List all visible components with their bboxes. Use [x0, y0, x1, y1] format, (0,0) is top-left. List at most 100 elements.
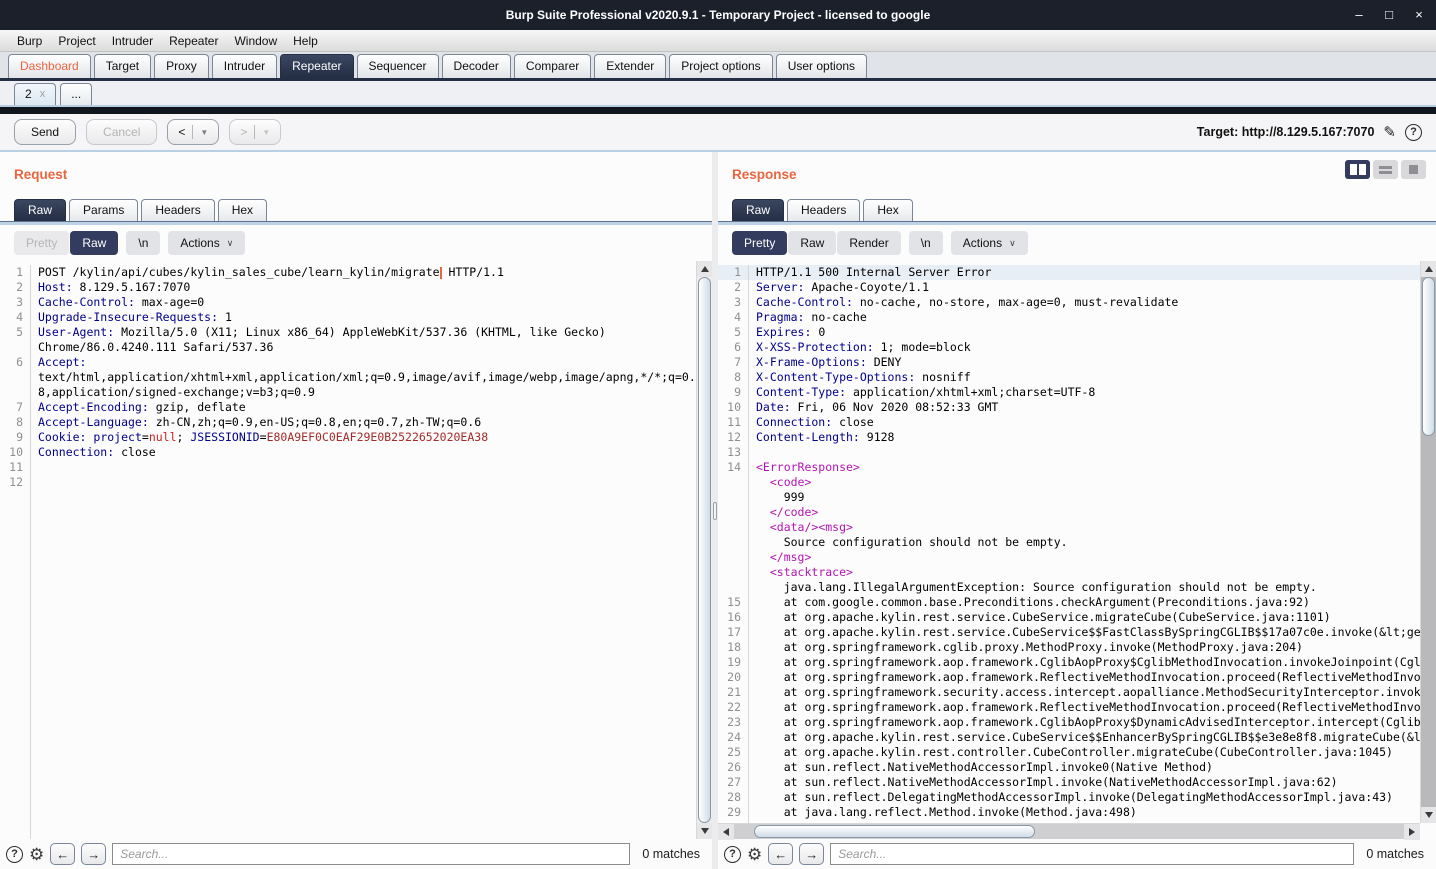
tab-sequencer[interactable]: Sequencer — [357, 54, 439, 78]
close-tab-icon[interactable]: x — [40, 88, 46, 100]
scroll-track[interactable] — [697, 277, 712, 823]
tab-comparer[interactable]: Comparer — [514, 54, 591, 78]
help-icon[interactable]: ? — [724, 846, 741, 863]
menu-burp[interactable]: Burp — [10, 32, 49, 50]
tab-user-options[interactable]: User options — [776, 54, 867, 78]
code-line: 29 at java.lang.reflect.Method.invoke(Me… — [718, 805, 1420, 820]
maximize-button[interactable]: □ — [1382, 0, 1396, 30]
tab-target[interactable]: Target — [94, 54, 151, 78]
cancel-button[interactable]: Cancel — [86, 119, 157, 145]
minimize-button[interactable]: – — [1352, 0, 1366, 30]
response-render-button[interactable]: Render — [837, 231, 900, 255]
help-icon[interactable]: ? — [6, 846, 23, 863]
response-horizontal-scrollbar[interactable] — [718, 823, 1420, 839]
request-tab-headers[interactable]: Headers — [141, 199, 214, 221]
scroll-down-button[interactable] — [1421, 807, 1436, 823]
history-back-button[interactable]: < ▼ — [167, 119, 219, 145]
scroll-track[interactable] — [734, 824, 1404, 839]
tab-intruder[interactable]: Intruder — [212, 54, 277, 78]
help-icon[interactable]: ? — [1405, 124, 1422, 141]
scroll-down-button[interactable] — [697, 823, 712, 839]
response-raw-button[interactable]: Raw — [788, 231, 836, 255]
line-number: 14 — [718, 460, 748, 475]
scroll-track[interactable] — [1421, 277, 1436, 807]
line-text: X-Content-Type-Options: nosniff — [748, 370, 1420, 385]
scroll-up-button[interactable] — [1421, 261, 1436, 277]
square-icon — [1409, 165, 1418, 174]
response-editor[interactable]: 1HTTP/1.1 500 Internal Server Error2Serv… — [718, 261, 1436, 823]
menu-help[interactable]: Help — [286, 32, 325, 50]
find-previous-button[interactable]: ← — [768, 843, 793, 865]
scroll-right-button[interactable] — [1404, 824, 1420, 840]
tab-repeater[interactable]: Repeater — [280, 54, 353, 78]
tab-decoder[interactable]: Decoder — [442, 54, 511, 78]
scroll-thumb[interactable] — [1422, 277, 1435, 436]
request-search-input[interactable] — [112, 843, 630, 865]
scroll-up-button[interactable] — [697, 261, 712, 277]
find-next-button[interactable]: → — [799, 843, 824, 865]
response-actions-button[interactable]: Actions ∨ — [951, 231, 1028, 255]
dark-divider — [0, 107, 1436, 114]
line-number: 3 — [0, 295, 30, 310]
edit-target-icon[interactable]: ✎ — [1383, 123, 1396, 141]
request-newline-button[interactable]: \n — [126, 231, 160, 255]
request-tab-hex[interactable]: Hex — [218, 199, 267, 221]
gear-icon[interactable]: ⚙ — [747, 846, 762, 863]
request-tab-raw[interactable]: Raw — [14, 199, 66, 221]
menu-intruder[interactable]: Intruder — [105, 32, 160, 50]
scroll-thumb[interactable] — [754, 825, 1035, 838]
layout-single-button[interactable] — [1401, 160, 1426, 179]
response-pretty-button[interactable]: Pretty — [732, 231, 787, 255]
response-newline-button[interactable]: \n — [909, 231, 943, 255]
line-text: at sun.reflect.DelegatingMethodAccessorI… — [748, 790, 1420, 805]
code-line: 27 at sun.reflect.NativeMethodAccessorIm… — [718, 775, 1420, 790]
history-back-label: < — [178, 125, 185, 139]
history-forward-button[interactable]: > ▼ — [229, 119, 281, 145]
response-tab-hex[interactable]: Hex — [863, 199, 912, 221]
menu-window[interactable]: Window — [227, 32, 284, 50]
request-actions-button[interactable]: Actions ∨ — [168, 231, 245, 255]
line-number: 17 — [718, 625, 748, 640]
chevron-down-icon[interactable]: ▼ — [200, 128, 208, 137]
response-search-input[interactable] — [830, 843, 1354, 865]
line-text: text/html,application/xhtml+xml,applicat… — [30, 370, 696, 385]
request-tab-params[interactable]: Params — [69, 199, 138, 221]
request-raw-button[interactable]: Raw — [70, 231, 118, 255]
scroll-left-button[interactable] — [718, 824, 734, 840]
line-text: Cache-Control: no-cache, no-store, max-a… — [748, 295, 1420, 310]
line-number: 1 — [0, 265, 30, 280]
response-vertical-scrollbar[interactable] — [1420, 261, 1436, 823]
menu-bar: Burp Project Intruder Repeater Window He… — [0, 30, 1436, 52]
tab-project-options[interactable]: Project options — [669, 54, 772, 78]
find-previous-button[interactable]: ← — [50, 843, 75, 865]
code-line: 2Host: 8.129.5.167:7070 — [0, 280, 696, 295]
tab-extender[interactable]: Extender — [594, 54, 666, 78]
response-tab-raw[interactable]: Raw — [732, 199, 784, 221]
find-next-button[interactable]: → — [81, 843, 106, 865]
request-vertical-scrollbar[interactable] — [696, 261, 712, 839]
request-code[interactable]: 1POST /kylin/api/cubes/kylin_sales_cube/… — [0, 265, 696, 839]
splitter-grip-icon[interactable] — [713, 502, 717, 520]
code-line: 9Content-Type: application/xhtml+xml;cha… — [718, 385, 1420, 400]
layout-columns-button[interactable] — [1345, 160, 1370, 179]
repeater-tab-2[interactable]: 2 x — [14, 83, 56, 105]
response-code[interactable]: 1HTTP/1.1 500 Internal Server Error2Serv… — [718, 265, 1420, 823]
chevron-down-icon[interactable]: ▼ — [262, 128, 270, 137]
menu-repeater[interactable]: Repeater — [162, 32, 225, 50]
scroll-thumb[interactable] — [698, 277, 711, 823]
close-button[interactable]: × — [1412, 0, 1426, 30]
line-text: at org.apache.kylin.rest.controller.Cube… — [748, 745, 1420, 760]
send-button[interactable]: Send — [14, 119, 76, 145]
request-pretty-button[interactable]: Pretty — [14, 231, 69, 255]
line-text: Host: 8.129.5.167:7070 — [30, 280, 696, 295]
line-text: Expires: 0 — [748, 325, 1420, 340]
repeater-tab-new[interactable]: ... — [60, 83, 92, 105]
tab-dashboard[interactable]: Dashboard — [8, 54, 91, 78]
tab-proxy[interactable]: Proxy — [154, 54, 209, 78]
gear-icon[interactable]: ⚙ — [29, 846, 44, 863]
request-editor[interactable]: 1POST /kylin/api/cubes/kylin_sales_cube/… — [0, 261, 712, 839]
response-tab-headers[interactable]: Headers — [787, 199, 860, 221]
layout-rows-button[interactable] — [1373, 160, 1398, 179]
response-find-bar: ? ⚙ ← → 0 matches — [718, 839, 1436, 869]
menu-project[interactable]: Project — [51, 32, 102, 50]
